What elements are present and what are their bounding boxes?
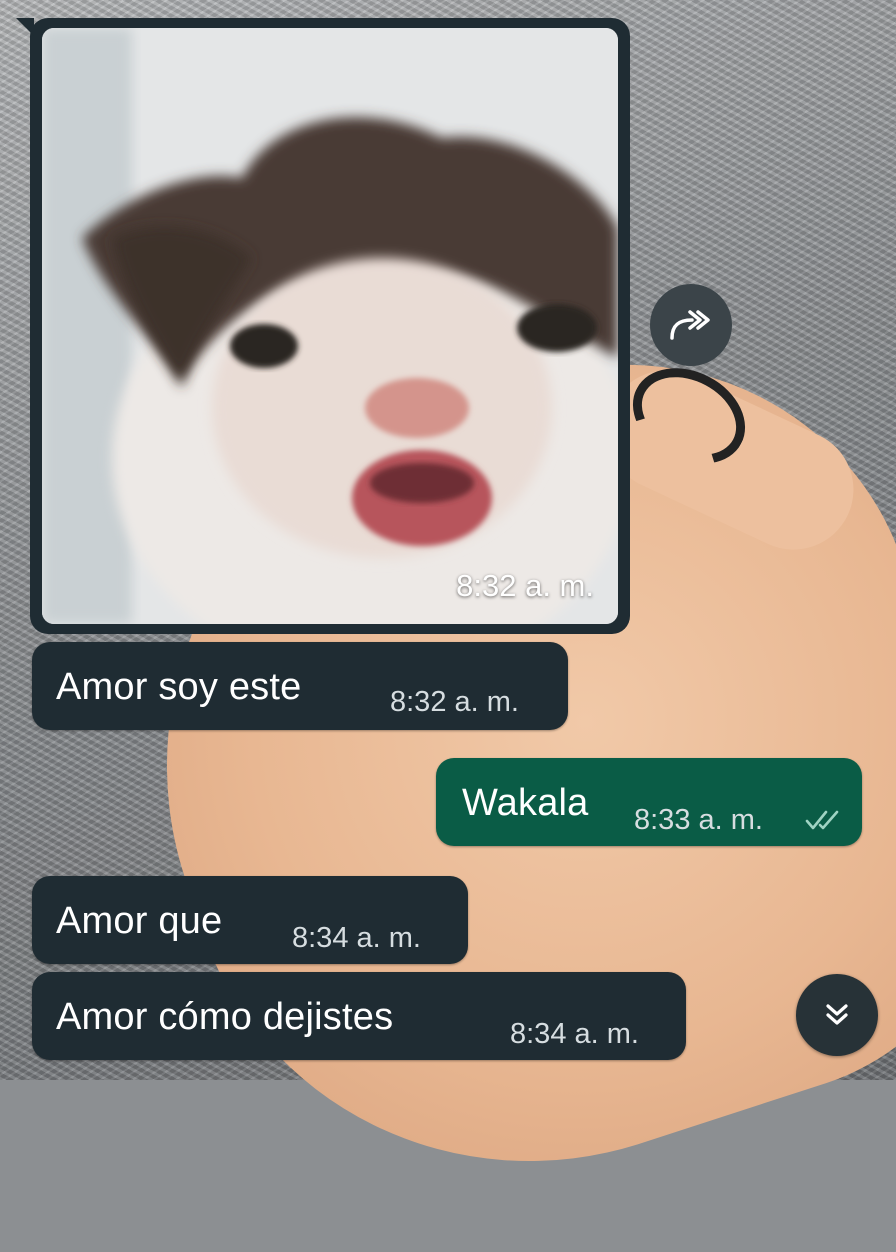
- kitten-photo[interactable]: 8:32 a. m.: [42, 28, 618, 624]
- message-time: 8:32 a. m.: [456, 568, 594, 603]
- message-text: Amor que: [56, 900, 223, 942]
- message-time: 8:34 a. m.: [292, 922, 421, 954]
- image-message[interactable]: 8:32 a. m.: [16, 18, 630, 634]
- forward-icon: [670, 310, 710, 340]
- message-time: 8:33 a. m.: [634, 804, 763, 836]
- incoming-message[interactable]: Amor que 8:34 a. m.: [32, 876, 468, 964]
- message-time: 8:32 a. m.: [390, 686, 519, 718]
- message-text: Amor soy este: [56, 666, 302, 708]
- double-check-icon: [805, 810, 839, 830]
- incoming-message[interactable]: Amor soy este 8:32 a. m.: [32, 642, 568, 730]
- incoming-message[interactable]: Amor cómo dejistes 8:34 a. m.: [32, 972, 686, 1060]
- kitten-illustration: [42, 28, 618, 624]
- forward-button[interactable]: [650, 284, 732, 366]
- message-time: 8:34 a. m.: [510, 1018, 639, 1050]
- double-chevron-down-icon: [826, 1004, 848, 1025]
- message-text: Wakala: [462, 782, 589, 824]
- scroll-to-bottom-button[interactable]: [796, 974, 878, 1056]
- outgoing-message[interactable]: Wakala 8:33 a. m.: [436, 758, 862, 846]
- message-text: Amor cómo dejistes: [56, 996, 394, 1038]
- bubble-tail: [16, 18, 34, 36]
